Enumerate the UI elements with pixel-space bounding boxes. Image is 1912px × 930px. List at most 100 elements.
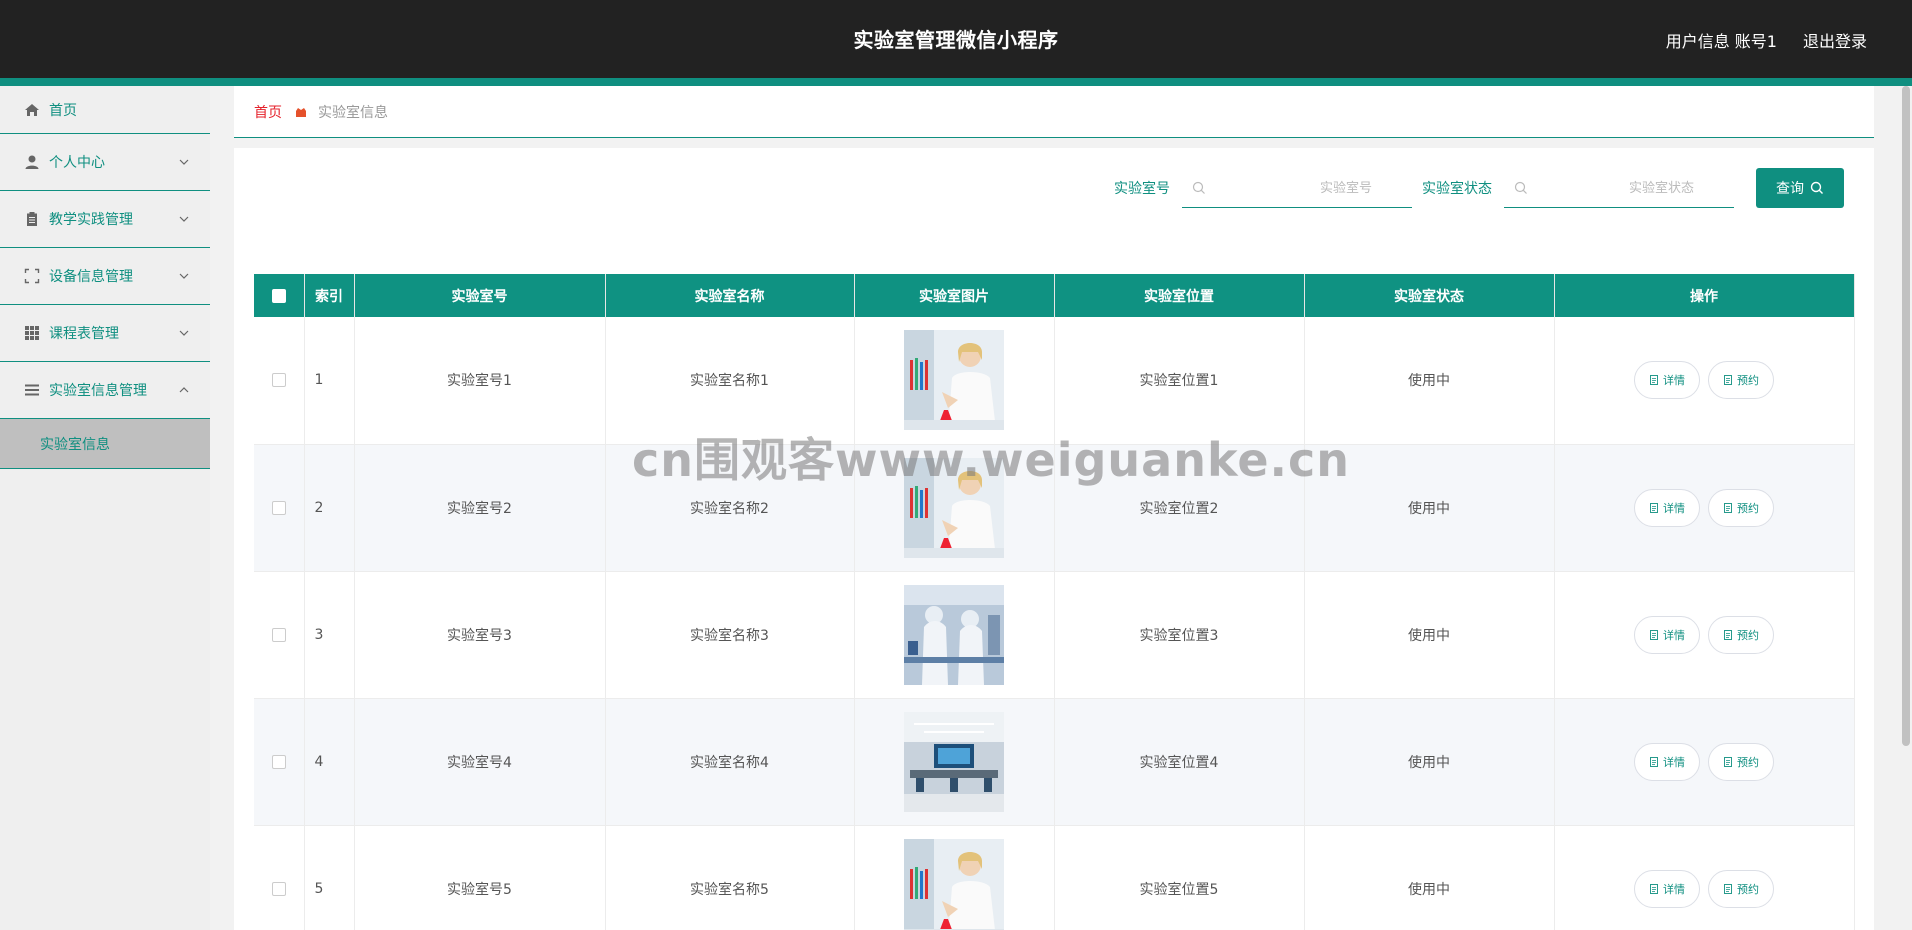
lab-photo-scientist (904, 838, 1004, 930)
cell-lab-image (854, 571, 1055, 699)
column-header-lab-image: 实验室图片 (854, 274, 1055, 317)
cell-lab-image (854, 317, 1055, 445)
lab-table: 索引 实验室号 实验室名称 实验室图片 实验室位置 实验室状态 操作 1 实验室号… (254, 274, 1855, 930)
row-checkbox[interactable] (271, 500, 286, 515)
sidebar-subitem-lab-info[interactable]: 实验室信息 (0, 419, 210, 469)
column-header-lab-name: 实验室名称 (605, 274, 855, 317)
reserve-button[interactable]: 预约 (1708, 742, 1774, 781)
cell-actions: 详情 预约 (1554, 571, 1855, 699)
search-icon (1192, 181, 1205, 194)
detail-button-label: 详情 (1663, 882, 1685, 896)
cell-lab-name: 实验室名称5 (605, 825, 855, 930)
reserve-button-label: 预约 (1737, 628, 1759, 642)
cell-actions: 详情 预约 (1554, 825, 1855, 930)
home-icon (25, 103, 39, 116)
detail-button-label: 详情 (1663, 501, 1685, 515)
reserve-button-label: 预约 (1737, 501, 1759, 515)
logout-link[interactable]: 退出登录 (1803, 28, 1867, 52)
row-checkbox[interactable] (271, 754, 286, 769)
table-row: 3 实验室号3 实验室名称3 实验室位置3 使用中 详情 预约 (254, 571, 1855, 699)
user-info-link[interactable]: 用户信息 账号1 (1666, 28, 1777, 52)
table-row: 5 实验室号5 实验室名称5 实验室位置5 使用中 详情 预约 (254, 825, 1855, 930)
sidebar-item-equipment[interactable]: 设备信息管理 (0, 248, 210, 305)
chevron-down-icon (179, 273, 189, 279)
detail-button[interactable]: 详情 (1634, 361, 1700, 400)
row-select-cell (254, 317, 305, 445)
select-all-checkbox[interactable] (271, 288, 286, 303)
search-icon (1514, 181, 1527, 194)
reserve-button-label: 预约 (1737, 882, 1759, 896)
document-icon (1650, 883, 1658, 894)
cell-lab-name: 实验室名称3 (605, 571, 855, 699)
lab-status-input[interactable] (1534, 168, 1724, 208)
query-button-label: 查询 (1776, 181, 1804, 197)
lab-photo-cleanroom (904, 584, 1004, 685)
cell-actions: 详情 预约 (1554, 317, 1855, 445)
document-icon (1724, 502, 1732, 513)
chevron-down-icon (179, 330, 189, 336)
cell-lab-location: 实验室位置3 (1054, 571, 1305, 699)
row-select-cell (254, 571, 305, 699)
reserve-button[interactable]: 预约 (1708, 869, 1774, 908)
table-header-row: 索引 实验室号 实验室名称 实验室图片 实验室位置 实验室状态 操作 (254, 274, 1855, 317)
query-button[interactable]: 查询 (1756, 168, 1844, 208)
cell-index: 3 (304, 571, 355, 699)
lab-photo-scientist (904, 457, 1004, 558)
detail-button[interactable]: 详情 (1634, 869, 1700, 908)
reserve-button[interactable]: 预约 (1708, 488, 1774, 527)
cell-lab-name: 实验室名称4 (605, 698, 855, 826)
lab-status-field (1504, 168, 1734, 208)
page-scrollbar[interactable] (1900, 86, 1912, 930)
cell-index: 2 (304, 444, 355, 572)
detail-button[interactable]: 详情 (1634, 742, 1700, 781)
menu-icon (25, 384, 39, 396)
column-header-lab-status: 实验室状态 (1304, 274, 1555, 317)
breadcrumb-home-link[interactable]: 首页 (254, 102, 282, 122)
cell-lab-no: 实验室号5 (354, 825, 606, 930)
column-header-actions: 操作 (1554, 274, 1855, 317)
cell-lab-status: 使用中 (1304, 317, 1555, 445)
user-icon (25, 155, 39, 169)
lab-no-input[interactable] (1212, 168, 1402, 208)
sidebar: 首页 个人中心 教学实践管理 设备信息管理 课程表管理 实验室信息管理 实验室信… (0, 86, 210, 930)
row-checkbox[interactable] (271, 881, 286, 896)
sidebar-item-lab-info-management[interactable]: 实验室信息管理 (0, 362, 210, 419)
detail-button[interactable]: 详情 (1634, 615, 1700, 654)
row-checkbox[interactable] (271, 373, 286, 388)
select-all-cell (254, 274, 305, 317)
document-icon (1724, 629, 1732, 640)
reserve-button[interactable]: 预约 (1708, 615, 1774, 654)
cell-lab-location: 实验室位置1 (1054, 317, 1305, 445)
cell-lab-no: 实验室号1 (354, 317, 606, 445)
cell-lab-no: 实验室号2 (354, 444, 606, 572)
main-area: 首页 实验室信息 实验室号 实验室状态 查询 (234, 86, 1874, 930)
scrollbar-thumb[interactable] (1902, 86, 1910, 746)
breadcrumb-current: 实验室信息 (318, 104, 388, 121)
cell-index: 1 (304, 317, 355, 445)
detail-button[interactable]: 详情 (1634, 488, 1700, 527)
detail-button-label: 详情 (1663, 374, 1685, 388)
breadcrumb-separator-icon (296, 107, 306, 117)
header-accent-bar (0, 78, 1912, 86)
sidebar-item-teaching-practice[interactable]: 教学实践管理 (0, 191, 210, 248)
sidebar-item-personal-center[interactable]: 个人中心 (0, 134, 210, 191)
row-checkbox[interactable] (271, 627, 286, 642)
document-icon (1724, 883, 1732, 894)
cell-lab-location: 实验室位置2 (1054, 444, 1305, 572)
reserve-button[interactable]: 预约 (1708, 361, 1774, 400)
search-bar: 实验室号 实验室状态 查询 (1114, 168, 1844, 208)
clipboard-icon (27, 212, 37, 226)
sidebar-item-home[interactable]: 首页 (0, 86, 210, 134)
sidebar-item-schedule[interactable]: 课程表管理 (0, 305, 210, 362)
cell-lab-no: 实验室号3 (354, 571, 606, 699)
cell-lab-status: 使用中 (1304, 444, 1555, 572)
document-icon (1650, 502, 1658, 513)
table-row: 2 实验室号2 实验室名称2 实验室位置2 使用中 详情 预约 (254, 444, 1855, 572)
lab-status-label: 实验室状态 (1422, 181, 1492, 197)
breadcrumb: 首页 实验室信息 (234, 86, 1874, 138)
document-icon (1724, 375, 1732, 386)
document-icon (1650, 629, 1658, 640)
cell-lab-image (854, 698, 1055, 826)
cell-lab-name: 实验室名称2 (605, 444, 855, 572)
cell-actions: 详情 预约 (1554, 444, 1855, 572)
